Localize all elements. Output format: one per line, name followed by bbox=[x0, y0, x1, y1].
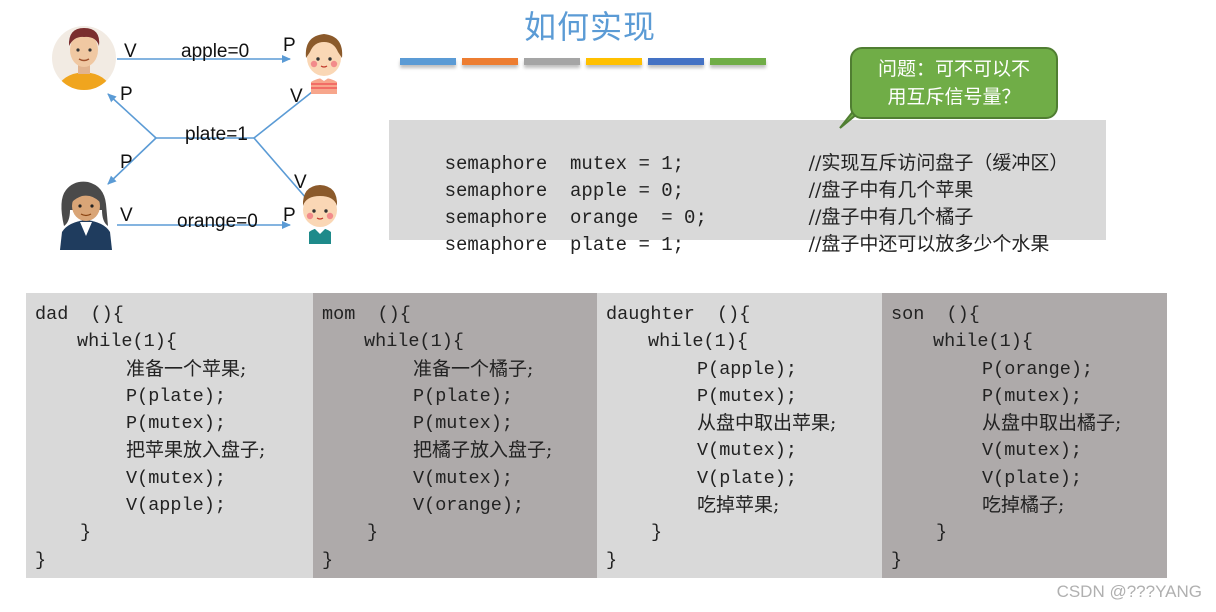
son-avatar bbox=[302, 185, 338, 244]
watermark: CSDN @???YANG bbox=[1056, 582, 1202, 601]
dad-avatar bbox=[52, 26, 116, 90]
loop-header: while(1){ bbox=[648, 331, 748, 353]
op-son-plate: V bbox=[294, 172, 307, 193]
code-statement: P(orange); bbox=[982, 358, 1094, 380]
color-bar bbox=[462, 58, 518, 65]
color-bar bbox=[710, 58, 766, 65]
loop-close-brace: } bbox=[936, 522, 948, 544]
process-close-brace: } bbox=[35, 549, 47, 571]
daughter-avatar bbox=[305, 34, 343, 94]
process-panel-daughter: daughter (){ while(1){ P(apple); P(mutex… bbox=[597, 293, 882, 578]
color-bar bbox=[648, 58, 704, 65]
process-panel-dad: dad (){ while(1){ 准备一个苹果; P(plate); P(mu… bbox=[26, 293, 313, 578]
process-close-brace: } bbox=[606, 549, 618, 571]
semaphore-declarations: semaphore mutex = 1;//实现互斥访问盘子（缓冲区） sema… bbox=[389, 120, 1106, 256]
code-statement: V(plate); bbox=[697, 467, 797, 489]
semaphore-row: semaphore plate = 1; //盘子中还可以放多少个水果 bbox=[399, 207, 1050, 256]
code-statement: P(plate); bbox=[126, 385, 226, 407]
code-statement: P(mutex); bbox=[697, 385, 797, 407]
code-statement: V(orange); bbox=[413, 495, 525, 517]
semaphore-comment: //盘子中还可以放多少个水果 bbox=[808, 233, 1050, 255]
semaphore-row: semaphore apple = 0;//盘子中有几个苹果 bbox=[399, 153, 974, 202]
process-panel-mom: mom (){ while(1){ 准备一个橘子; P(plate); P(mu… bbox=[313, 293, 597, 578]
process-close-brace: } bbox=[322, 549, 334, 571]
code-statement: 从盘中取出苹果; bbox=[697, 412, 837, 435]
mom-avatar bbox=[60, 181, 112, 250]
code-statement: 从盘中取出橘子; bbox=[982, 412, 1122, 435]
code-statement: 准备一个橘子; bbox=[413, 357, 534, 380]
slide-title: 如何实现 bbox=[523, 8, 656, 46]
code-statement: V(apple); bbox=[126, 495, 226, 517]
color-bar-strip bbox=[400, 58, 766, 65]
code-statement: 把橘子放入盘子; bbox=[413, 439, 553, 462]
op-son-orange: P bbox=[283, 205, 296, 226]
semaphore-row: semaphore mutex = 1;//实现互斥访问盘子（缓冲区） bbox=[399, 126, 1069, 175]
code-statement: 准备一个苹果; bbox=[126, 357, 247, 380]
loop-header: while(1){ bbox=[364, 331, 464, 353]
code-statement: V(mutex); bbox=[126, 467, 226, 489]
loop-header: while(1){ bbox=[933, 331, 1033, 353]
process-header: dad (){ bbox=[35, 304, 124, 325]
process-panel-son: son (){ while(1){ P(orange); P(mutex); 从… bbox=[882, 293, 1167, 578]
producer-consumer-diagram: apple=0 plate=1 orange=0 V P P P V V V P bbox=[52, 26, 343, 250]
process-header: mom (){ bbox=[322, 304, 411, 325]
loop-header: while(1){ bbox=[77, 331, 177, 353]
op-daughter-apple: P bbox=[283, 35, 296, 56]
op-mom-orange: V bbox=[120, 205, 133, 226]
code-statement: P(plate); bbox=[413, 385, 513, 407]
code-statement: 吃掉橘子; bbox=[982, 494, 1065, 517]
semaphore-row: semaphore orange = 0;//盘子中有几个橘子 bbox=[399, 180, 974, 229]
code-statement: V(mutex); bbox=[697, 440, 797, 462]
op-dad-apple: V bbox=[124, 41, 137, 62]
apple-label: apple=0 bbox=[181, 41, 249, 62]
code-statement: V(mutex); bbox=[413, 467, 513, 489]
op-dad-plate: P bbox=[120, 84, 133, 105]
code-statement: V(plate); bbox=[982, 467, 1082, 489]
code-statement: P(mutex); bbox=[126, 413, 226, 435]
loop-close-brace: } bbox=[651, 522, 663, 544]
orange-label: orange=0 bbox=[177, 211, 258, 232]
callout-line: 问题：可不可以不 bbox=[877, 58, 1030, 80]
code-statement: 吃掉苹果; bbox=[697, 494, 780, 517]
code-statement: V(mutex); bbox=[982, 440, 1082, 462]
loop-close-brace: } bbox=[367, 522, 379, 544]
color-bar bbox=[400, 58, 456, 65]
callout-line: 用互斥信号量？ bbox=[887, 86, 1021, 108]
question-callout: 问题：可不可以不 用互斥信号量？ bbox=[850, 47, 1058, 119]
color-bar bbox=[524, 58, 580, 65]
code-statement: P(apple); bbox=[697, 358, 797, 380]
color-bar bbox=[586, 58, 642, 65]
process-header: daughter (){ bbox=[606, 304, 751, 325]
code-statement: 把苹果放入盘子; bbox=[126, 439, 266, 462]
plate-label: plate=1 bbox=[185, 124, 248, 145]
op-mom-plate: P bbox=[120, 152, 133, 173]
op-daughter-plate: V bbox=[290, 86, 303, 107]
code-statement: P(mutex); bbox=[413, 413, 513, 435]
process-header: son (){ bbox=[891, 304, 980, 325]
code-statement: P(mutex); bbox=[982, 385, 1082, 407]
semaphore-code: semaphore plate = 1; bbox=[444, 234, 685, 256]
process-close-brace: } bbox=[891, 549, 903, 571]
loop-close-brace: } bbox=[80, 522, 92, 544]
plate-edge-from-daughter bbox=[253, 91, 313, 139]
